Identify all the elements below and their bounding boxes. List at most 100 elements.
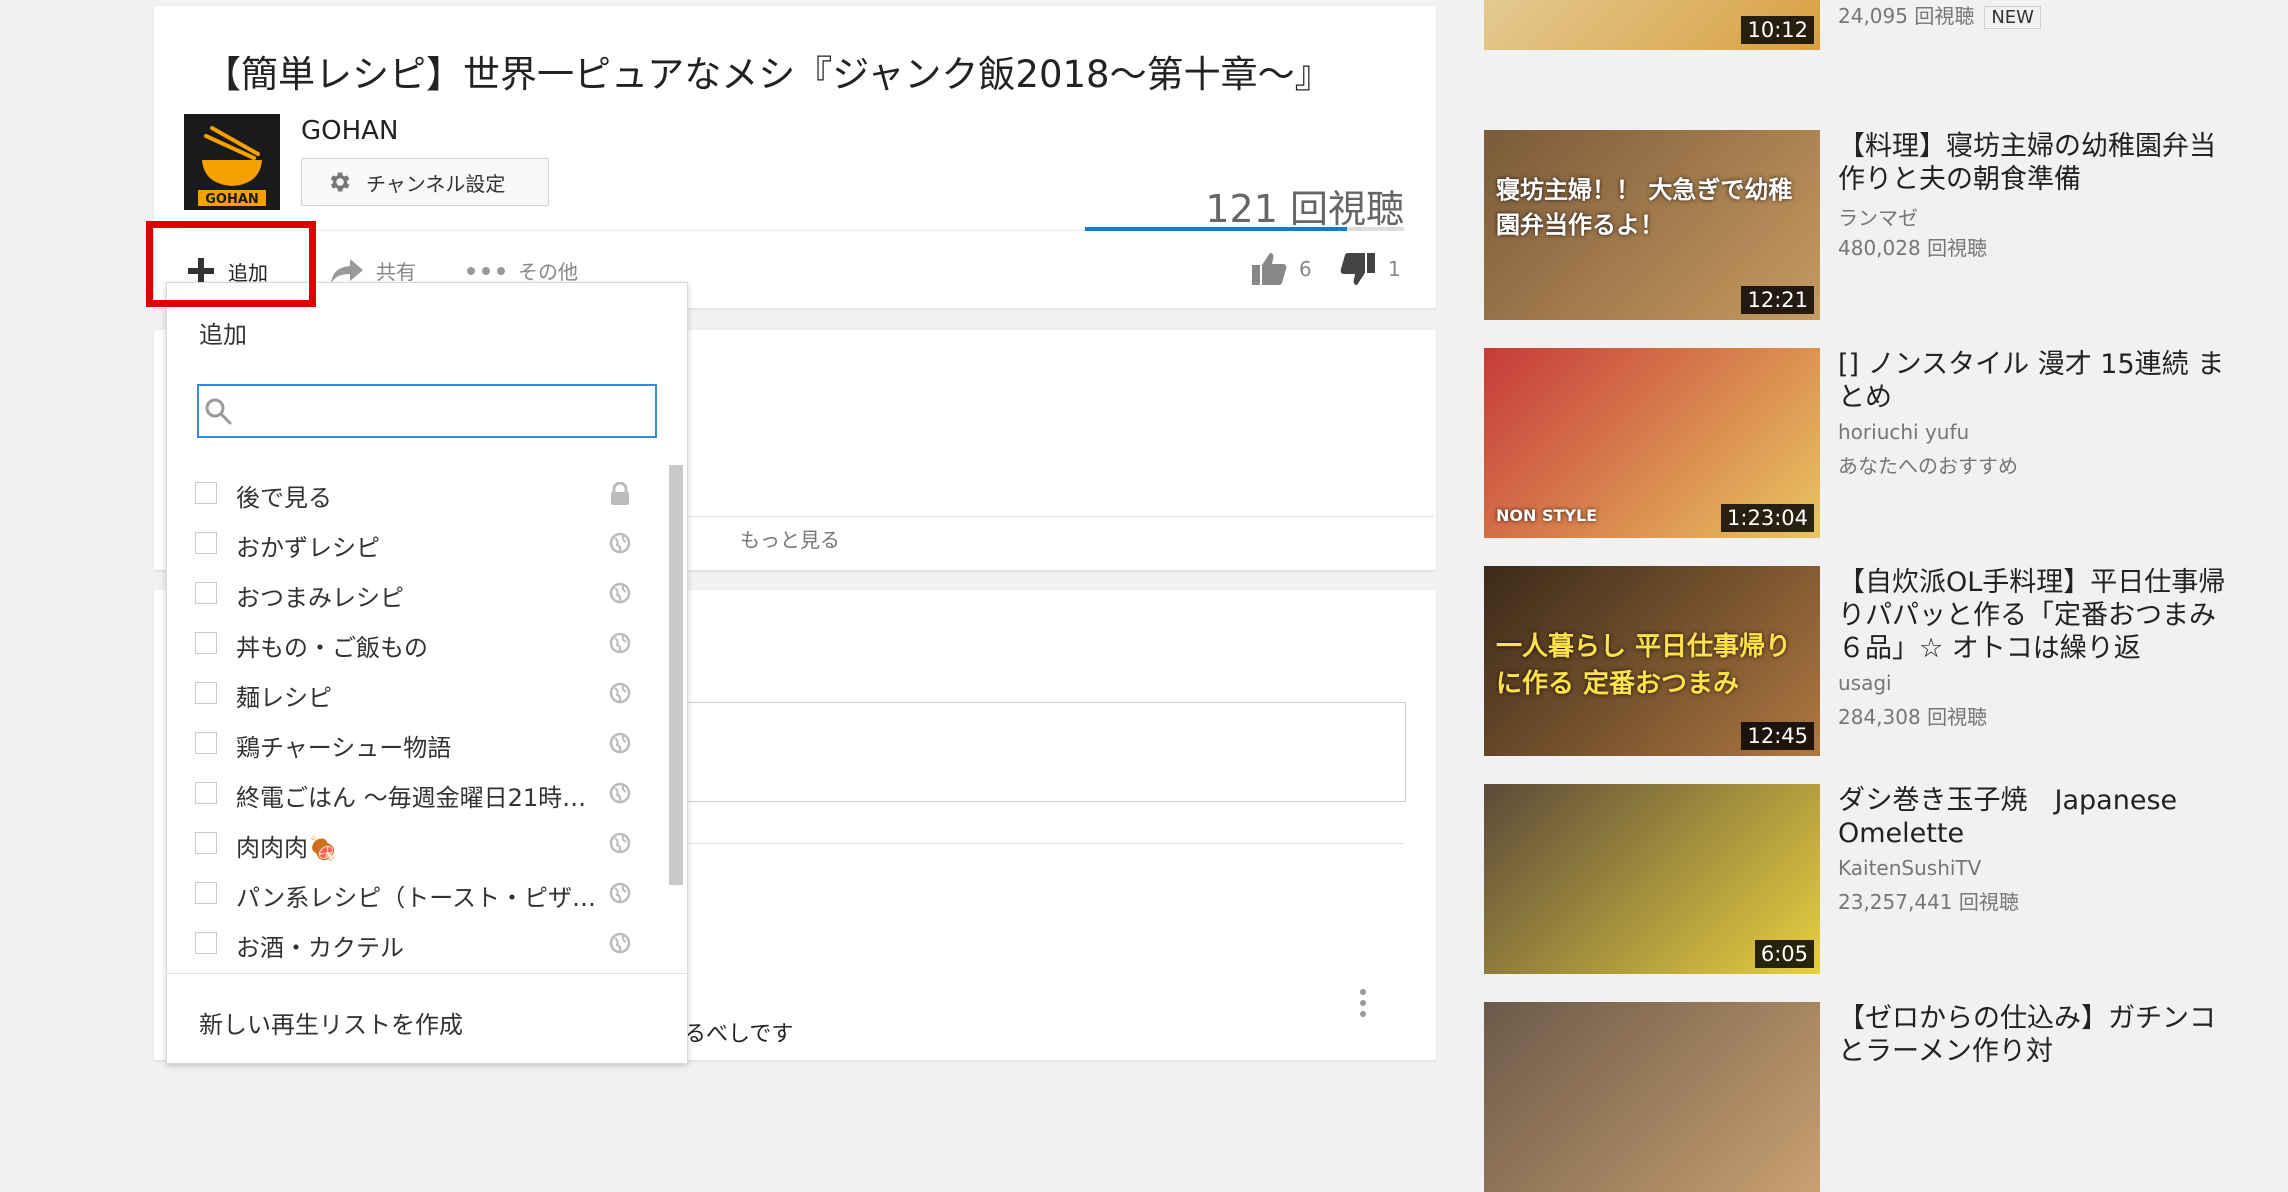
more-button[interactable]: その他	[466, 256, 578, 285]
playlist-checkbox[interactable]	[195, 932, 217, 954]
view-count-text: 23,257,441 回視聴	[1838, 890, 2019, 914]
search-icon	[205, 398, 232, 425]
playlist-item[interactable]: 終電ごはん 〜毎週金曜日21時…	[167, 768, 687, 818]
playlist-item[interactable]: 麺レシピ	[167, 668, 687, 718]
related-video-title[interactable]: ダシ巻き玉子焼 Japanese Omelette	[1838, 784, 2228, 850]
related-video-title[interactable]: 【ゼロからの仕込み】ガチンコとラーメン作り対	[1838, 1002, 2228, 1068]
dislike-button[interactable]: 1	[1340, 252, 1401, 286]
playlist-checkbox[interactable]	[195, 682, 217, 704]
related-video-channel[interactable]: ランマゼ	[1838, 202, 1918, 231]
related-video-title[interactable]: 【料理】寝坊主婦の幼稚園弁当作りと夫の朝食準備	[1838, 130, 2228, 196]
video-thumbnail[interactable]: NON STYLE 1:23:04	[1484, 348, 1820, 538]
show-more-button[interactable]: もっと見る	[740, 524, 840, 553]
video-thumbnail[interactable]: 寝坊主婦！！ 大急ぎで幼稚園弁当作るよ！ 12:21	[1484, 130, 1820, 320]
playlist-scrollbar[interactable]	[669, 465, 683, 885]
playlist-item[interactable]: 肉肉肉🍖	[167, 818, 687, 868]
kebab-menu-icon[interactable]	[1358, 988, 1368, 1018]
playlist-item[interactable]: おつまみレシピ	[167, 568, 687, 618]
playlist-checkbox[interactable]	[195, 582, 217, 604]
view-count-text: あなたへのおすすめ	[1838, 454, 2018, 478]
video-thumbnail[interactable]: オムライス10:12	[1484, 0, 1820, 50]
playlist-checkbox[interactable]	[195, 882, 217, 904]
channel-settings-button[interactable]: チャンネル設定	[301, 158, 549, 206]
view-count: 121 回視聴	[1205, 187, 1404, 231]
more-label: その他	[518, 260, 578, 284]
playlist-checkbox[interactable]	[195, 832, 217, 854]
related-videos-sidebar: オムライス10:12 24,095 回視聴 NEW 寝坊主婦！！ 大急ぎで幼稚園弁当作…	[1484, 0, 2288, 1192]
channel-name[interactable]: GOHAN	[301, 116, 398, 146]
playlist-item-label: 鶏チャーシュー物語	[236, 734, 452, 762]
related-video-channel[interactable]: usagi	[1838, 671, 1892, 695]
playlist-item-label: 肉肉肉🍖	[236, 834, 338, 862]
related-video-title[interactable]: 【自炊派OL手料理】平日仕事帰りパパッと作る「定番おつまみ６品」☆ オトコは繰り…	[1838, 566, 2228, 665]
playlist-item-label: お酒・カクテル	[236, 934, 404, 962]
share-button[interactable]: 共有	[330, 256, 416, 285]
channel-settings-label: チャンネル設定	[366, 171, 506, 196]
playlist-checkbox[interactable]	[195, 532, 217, 554]
playlist-footer-divider	[167, 973, 687, 974]
playlist-search-box[interactable]	[197, 384, 657, 438]
lock-icon	[609, 481, 631, 510]
video-title: 【簡単レシピ】世界一ピュアなメシ『ジャンク飯2018〜第十章〜』	[204, 53, 1332, 96]
comment-text: るべしです	[684, 1022, 794, 1047]
playlist-checkbox[interactable]	[195, 632, 217, 654]
playlist-checkbox[interactable]	[195, 482, 217, 504]
playlist-checkbox[interactable]	[195, 732, 217, 754]
video-thumbnail[interactable]	[1484, 1002, 1820, 1192]
thumbs-up-icon	[1252, 253, 1287, 285]
related-video-channel[interactable]: KaitenSushiTV	[1838, 856, 1981, 880]
playlist-menu-title: 追加	[199, 321, 247, 349]
video-thumbnail[interactable]: 6:05	[1484, 784, 1820, 974]
gear-icon	[330, 172, 350, 192]
video-duration: 12:21	[1741, 286, 1814, 314]
playlist-scroll-thumb[interactable]	[669, 465, 683, 885]
comment-input[interactable]	[684, 702, 1406, 802]
related-video-item[interactable]: 6:05 ダシ巻き玉子焼 Japanese Omelette KaitenSushi…	[1484, 784, 2264, 974]
playlist-item-label: パン系レシピ（トースト・ピザ…	[236, 884, 596, 912]
playlist-item[interactable]: パン系レシピ（トースト・ピザ…	[167, 868, 687, 918]
like-ratio-fill	[1085, 227, 1347, 231]
view-count-text: 480,028 回視聴	[1838, 236, 1988, 260]
view-count-text: 24,095 回視聴	[1838, 4, 1975, 28]
globe-icon	[609, 832, 631, 858]
thumbnail-overlay-text: 一人暮らし 平日仕事帰りに作る 定番おつまみ	[1496, 632, 1792, 699]
related-video-channel[interactable]: horiuchi yufu	[1838, 420, 1969, 444]
related-video-views: あなたへのおすすめ	[1838, 450, 2018, 479]
video-info-card: 【簡単レシピ】世界一ピュアなメシ『ジャンク飯2018〜第十章〜』 GOHAN G…	[154, 6, 1436, 308]
related-video-title[interactable]: [] ノンスタイル 漫才 15連続 まとめ	[1838, 348, 2228, 414]
playlist-checkbox[interactable]	[195, 782, 217, 804]
related-video-views: 480,028 回視聴	[1838, 232, 1987, 261]
channel-logo[interactable]: GOHAN	[184, 114, 280, 210]
playlist-item-label: 丼もの・ご飯もの	[236, 634, 428, 662]
like-button[interactable]: 6	[1251, 252, 1312, 286]
video-thumbnail[interactable]: 一人暮らし 平日仕事帰りに作る 定番おつまみ 12:45	[1484, 566, 1820, 756]
related-video-item[interactable]: 一人暮らし 平日仕事帰りに作る 定番おつまみ 12:45 【自炊派OL手料理】平日仕…	[1484, 566, 2264, 756]
related-video-item[interactable]: オムライス10:12 24,095 回視聴 NEW	[1484, 0, 2264, 50]
related-video-views: 23,257,441 回視聴	[1838, 886, 2019, 915]
related-video-item[interactable]: 寝坊主婦！！ 大急ぎで幼稚園弁当作るよ！ 12:21 【料理】寝坊主婦の幼稚園弁当作…	[1484, 130, 2264, 320]
like-ratio-bar	[1085, 227, 1404, 231]
bowl-icon: GOHAN	[184, 114, 280, 210]
playlist-list: 後で見るおかずレシピ おつまみレシピ丼もの・ご飯もの麺レシピ鶏チャーシュー物語終電…	[167, 468, 687, 968]
create-playlist-button[interactable]: 新しい再生リストを作成	[199, 1005, 463, 1040]
globe-icon	[609, 932, 631, 958]
globe-icon	[609, 582, 631, 608]
playlist-item[interactable]: おかずレシピ	[167, 518, 687, 568]
playlist-item[interactable]: お酒・カクテル	[167, 918, 687, 968]
thumbnail-overlay-text: 寝坊主婦！！ 大急ぎで幼稚園弁当作るよ！	[1496, 176, 1793, 239]
related-video-item[interactable]: NON STYLE 1:23:04 [] ノンスタイル 漫才 15連続 まとめ hor…	[1484, 348, 2264, 538]
video-duration: 1:23:04	[1721, 504, 1814, 532]
globe-icon	[609, 632, 631, 658]
globe-icon	[609, 682, 631, 708]
playlist-item-label: 後で見る	[236, 484, 332, 512]
playlist-item-label: 終電ごはん 〜毎週金曜日21時…	[236, 784, 587, 812]
dislike-count: 1	[1388, 257, 1401, 281]
related-video-views: 24,095 回視聴 NEW	[1838, 0, 2041, 29]
comments-divider	[684, 843, 1404, 844]
playlist-item[interactable]: 丼もの・ご飯もの	[167, 618, 687, 668]
playlist-item[interactable]: 鶏チャーシュー物語	[167, 718, 687, 768]
add-to-playlist-menu: 追加 後で見るおかずレシピ おつまみレシピ丼もの・ご飯もの麺レシピ鶏チャーシュー物…	[166, 282, 688, 1064]
playlist-search-input[interactable]	[241, 390, 645, 434]
playlist-item[interactable]: 後で見る	[167, 468, 687, 518]
related-video-item[interactable]: 【ゼロからの仕込み】ガチンコとラーメン作り対	[1484, 1002, 2264, 1192]
